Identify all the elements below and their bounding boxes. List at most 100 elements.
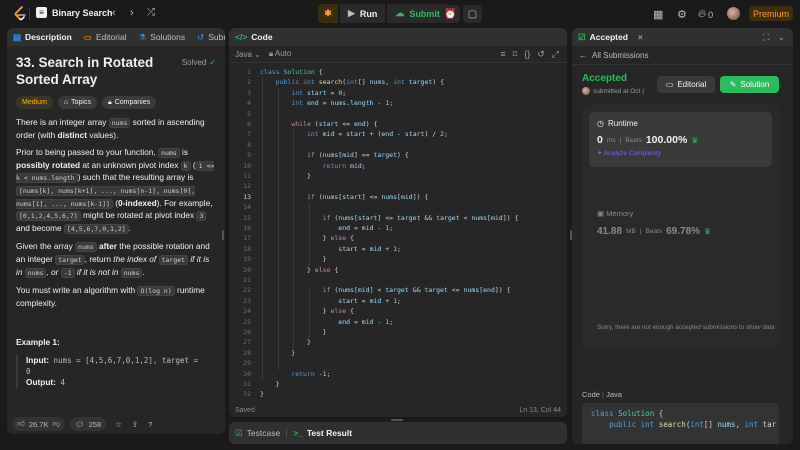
- code-line[interactable]: return -1;: [260, 370, 330, 378]
- tab-editorial[interactable]: ▭ Editorial: [78, 28, 133, 46]
- maximize-icon[interactable]: ⛶: [763, 32, 769, 43]
- runtime-beats: 100.00%: [645, 134, 688, 146]
- value-separator: |: [619, 136, 622, 144]
- chevron-down-icon[interactable]: ⌄: [777, 32, 785, 43]
- leetcode-logo[interactable]: [13, 6, 27, 21]
- prev-problem-icon[interactable]: ‹: [112, 7, 116, 19]
- code-line[interactable]: start = mid + 1;: [260, 245, 401, 253]
- premium-button[interactable]: Premium: [749, 6, 793, 21]
- close-tab-icon[interactable]: ×: [638, 32, 643, 42]
- next-problem-icon[interactable]: ›: [130, 7, 134, 19]
- code-line[interactable]: if (nums[mid] == target) {: [260, 151, 409, 159]
- debug-button[interactable]: ✱: [318, 4, 338, 23]
- problem-title[interactable]: 33. Search in Rotated Sorted Array: [16, 54, 166, 88]
- user-avatar: [582, 87, 590, 95]
- trophy-icon: ♛: [704, 227, 712, 236]
- code-line[interactable]: }: [260, 172, 311, 180]
- all-submissions-link[interactable]: ← All Submissions: [572, 46, 793, 65]
- language-select[interactable]: Java ⌄: [235, 50, 261, 59]
- companies-chip[interactable]: 🔒︎ Companies: [101, 96, 157, 109]
- runtime-card[interactable]: ◷ Runtime 0 ms | Beats 100.00% ♛ ✦ Analy…: [589, 112, 772, 167]
- notes-button[interactable]: ▢: [463, 5, 482, 23]
- code-line[interactable]: } else {: [260, 234, 354, 242]
- code-line[interactable]: }: [260, 338, 311, 346]
- help-icon[interactable]: ?: [148, 420, 152, 429]
- line-number: 5: [247, 109, 251, 118]
- star-icon[interactable]: ☆: [115, 420, 122, 429]
- code-line[interactable]: end = mid - 1;: [260, 224, 393, 232]
- code-preview-line: public int search(int[] nums, int tar: [609, 420, 777, 429]
- code-line[interactable]: return mid;: [260, 162, 366, 170]
- run-button[interactable]: ▶ Run: [340, 4, 386, 23]
- flask-icon: ⚗: [138, 31, 147, 42]
- shuffle-icon[interactable]: ⤮: [147, 7, 155, 19]
- solution-button[interactable]: ✎ Solution: [720, 76, 779, 93]
- tab-testcase[interactable]: ☑ Testcase: [229, 422, 286, 444]
- expand-icon[interactable]: ⤢: [552, 49, 559, 60]
- panel-resize-handle[interactable]: [222, 230, 224, 240]
- submit-button[interactable]: ☁ Submit: [387, 4, 448, 23]
- thumbs-down-icon[interactable]: 👎︎: [52, 419, 60, 429]
- note-icon: ▢: [467, 8, 478, 20]
- description-footer: 👍︎ 26.7K 👎︎ 💬︎ 258 ☆ ⇪ ?: [7, 414, 225, 434]
- like-button[interactable]: 👍︎ 26.7K 👎︎: [12, 417, 66, 431]
- tab-solutions[interactable]: ⚗ Solutions: [133, 28, 192, 46]
- code-line[interactable]: public int search(int[] nums, int target…: [260, 78, 444, 86]
- right-tabbar: ☑ Accepted × ⛶ ⌄: [572, 28, 793, 46]
- cursor-position: Ln 13, Col 44: [519, 406, 561, 414]
- code-line[interactable]: int start = 0;: [260, 89, 346, 97]
- code-area[interactable]: 1 class Solution {2 public int search(int…: [229, 63, 567, 398]
- topics-chip[interactable]: ⌂ Topics: [57, 96, 97, 109]
- code-line[interactable]: } else {: [260, 266, 338, 274]
- panel-resize-handle[interactable]: [391, 419, 403, 421]
- language-label: Java: [235, 49, 252, 59]
- code-line[interactable]: if (nums[start] <= nums[mid]) {: [260, 193, 428, 201]
- line-number: 11: [243, 172, 251, 180]
- like-count: 26.7K: [28, 419, 49, 429]
- bookmark-icon[interactable]: ⌑: [513, 49, 518, 60]
- editorial-button[interactable]: ▭ Editorial: [657, 76, 715, 93]
- cloud-upload-icon: ☁: [395, 8, 405, 18]
- analyze-complexity-link[interactable]: ✦ Analyze Complexity: [597, 149, 764, 157]
- difficulty-chip[interactable]: Medium: [16, 96, 53, 109]
- code-language-header: Code | Java: [582, 390, 622, 399]
- code-line[interactable]: }: [260, 390, 264, 398]
- problem-list-button[interactable]: ≡ Binary Search: [36, 7, 113, 18]
- submitted-code-preview[interactable]: class Solution { public int search(int[]…: [582, 403, 779, 444]
- code-line[interactable]: start = mid + 1;: [260, 297, 401, 305]
- tab-test-result[interactable]: >_ Test Result: [287, 422, 358, 444]
- format-icon[interactable]: ≡: [500, 49, 505, 60]
- code-line[interactable]: int end = nums.length - 1;: [260, 99, 393, 107]
- description-paragraph: You must write an algorithm with O(log n…: [16, 285, 205, 308]
- memory-card[interactable]: ▣ Memory 41.88 MB | Beats 69.78% ♛: [597, 209, 777, 237]
- code-line[interactable]: if (nums[mid] < target && target <= nums…: [260, 286, 511, 294]
- code-brackets-icon: </>: [235, 32, 248, 42]
- tab-submissions[interactable]: ↺ Submis: [191, 28, 225, 46]
- code-line[interactable]: }: [260, 380, 280, 388]
- code-line[interactable]: class Solution {: [260, 68, 323, 76]
- code-editor-panel: </> Code Java ⌄ 🔒︎ Auto ≡ ⌑ {} ↺ ⤢ 1 clas…: [229, 28, 567, 417]
- indent-guide: [308, 203, 310, 266]
- comments-button[interactable]: 💬︎ 258: [70, 417, 107, 431]
- share-icon[interactable]: ⇪: [132, 420, 138, 429]
- code-line[interactable]: if (nums[start] <= target && target < nu…: [260, 214, 519, 222]
- history-icon: ↺: [197, 31, 205, 42]
- user-avatar[interactable]: [727, 7, 740, 20]
- braces-icon[interactable]: {}: [524, 49, 530, 60]
- reset-icon[interactable]: ↺: [537, 49, 545, 60]
- auto-toggle[interactable]: 🔒︎ Auto: [269, 49, 292, 59]
- settings-gear-icon[interactable]: ⚙: [677, 8, 687, 21]
- description-icon: ▤: [13, 31, 22, 42]
- tab-description[interactable]: ▤ Description: [7, 28, 78, 46]
- streak-counter[interactable]: 🔥︎ 0: [698, 8, 713, 21]
- tab-code[interactable]: </> Code: [229, 28, 279, 46]
- code-line[interactable]: end = mid - 1;: [260, 318, 393, 326]
- code-line[interactable]: int mid = start + (end - start) / 2;: [260, 130, 448, 138]
- indent-guide: [308, 286, 310, 339]
- timer-button[interactable]: ⏰: [441, 5, 460, 23]
- code-line[interactable]: } else {: [260, 307, 354, 315]
- submit-label: Submit: [409, 8, 440, 19]
- alarm-icon: ⏰: [444, 8, 457, 20]
- tab-accepted[interactable]: ☑ Accepted ×: [572, 28, 649, 46]
- layout-grid-icon[interactable]: ▦: [653, 8, 663, 21]
